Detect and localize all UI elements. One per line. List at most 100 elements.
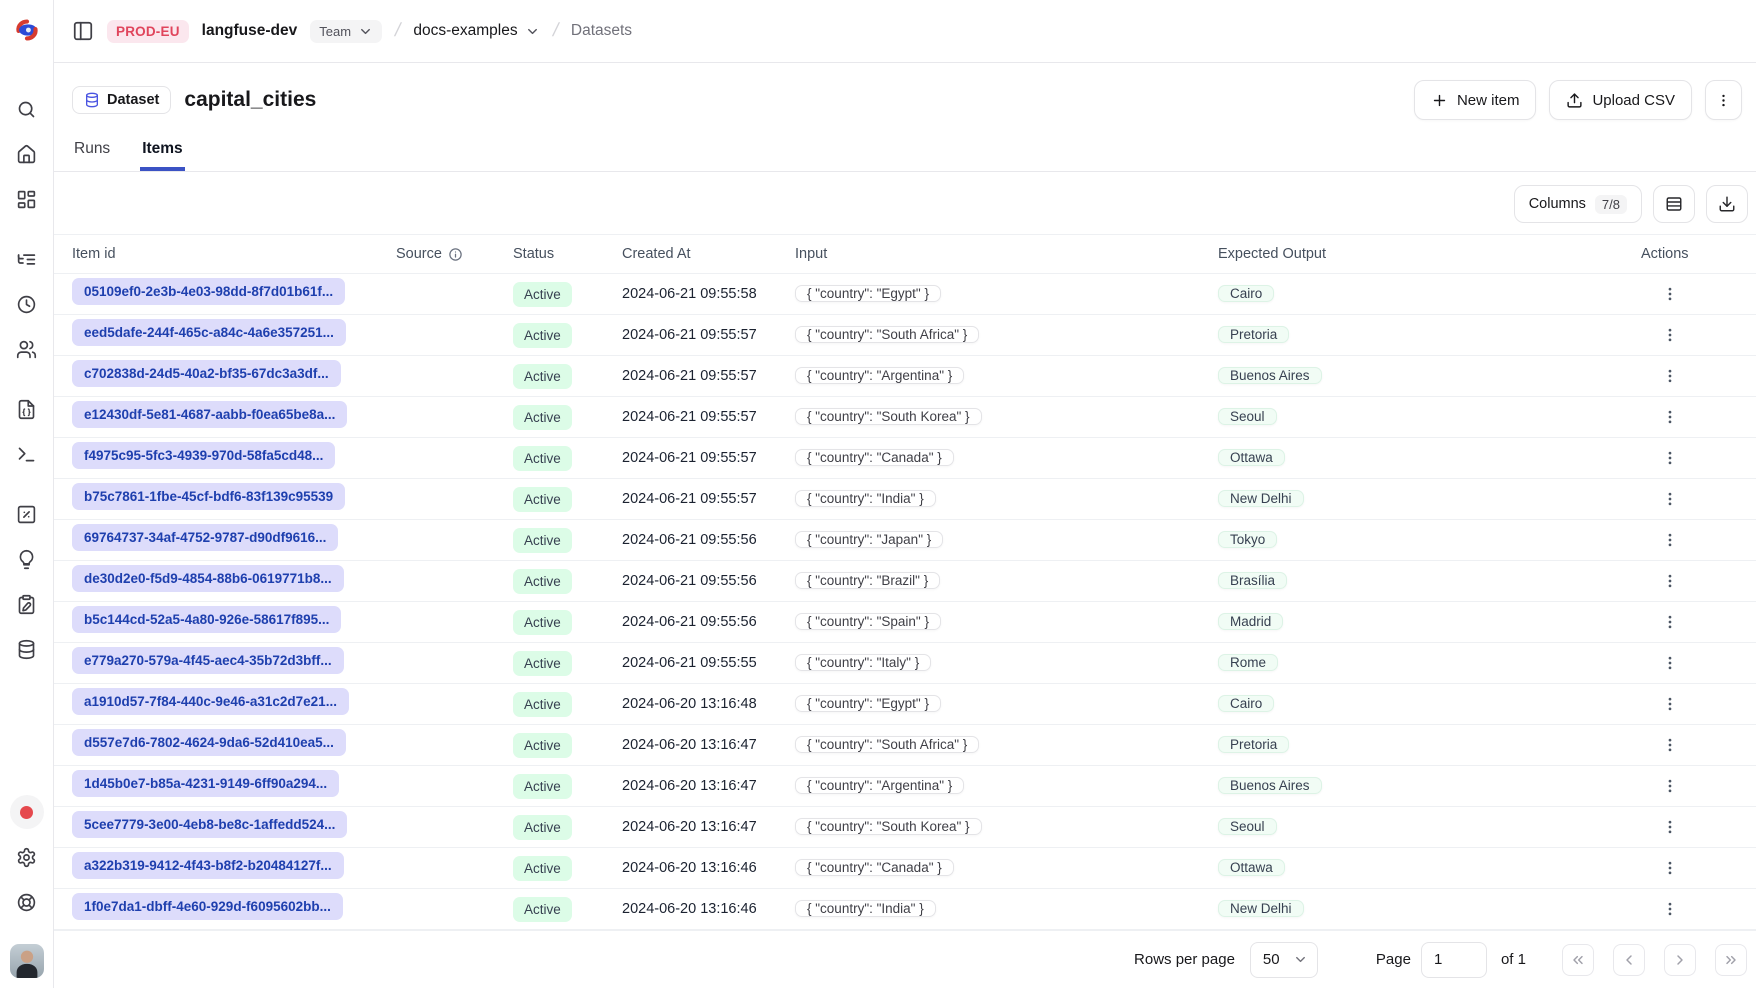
expected-output-cell[interactable]: New Delhi — [1218, 490, 1304, 507]
item-id-badge[interactable]: 69764737-34af-4752-9787-d90df9616... — [72, 524, 338, 551]
new-item-button[interactable]: New item — [1414, 80, 1537, 120]
info-icon[interactable] — [448, 247, 463, 262]
export-download-button[interactable] — [1706, 185, 1748, 223]
user-avatar[interactable] — [10, 944, 44, 978]
input-cell[interactable]: { "country": "Argentina" } — [795, 367, 964, 384]
project-dropdown[interactable]: docs-examples — [413, 22, 539, 40]
table-row[interactable]: b75c7861-1fbe-45cf-bdf6-83f139c95539 Act… — [54, 479, 1756, 520]
prompts-file-icon[interactable] — [10, 392, 44, 426]
org-logo[interactable] — [11, 14, 43, 46]
row-kebab-menu-icon[interactable] — [1655, 361, 1685, 391]
input-cell[interactable]: { "country": "Egypt" } — [795, 695, 941, 712]
row-kebab-menu-icon[interactable] — [1655, 320, 1685, 350]
tracing-icon[interactable] — [10, 242, 44, 276]
table-row[interactable]: e779a270-579a-4f45-aec4-35b72d3bff... Ac… — [54, 643, 1756, 684]
row-kebab-menu-icon[interactable] — [1655, 279, 1685, 309]
row-kebab-menu-icon[interactable] — [1655, 607, 1685, 637]
expected-output-cell[interactable]: Rome — [1218, 654, 1278, 671]
tab-items[interactable]: Items — [140, 136, 185, 171]
item-id-badge[interactable]: eed5dafe-244f-465c-a84c-4a6e357251... — [72, 319, 346, 346]
item-id-badge[interactable]: b5c144cd-52a5-4a80-926e-58617f895... — [72, 606, 341, 633]
settings-gear-icon[interactable] — [10, 840, 44, 874]
item-id-badge[interactable]: d557e7d6-7802-4624-9da6-52d410ea5... — [72, 729, 346, 756]
input-cell[interactable]: { "country": "South Africa" } — [795, 326, 979, 343]
row-kebab-menu-icon[interactable] — [1655, 894, 1685, 924]
expected-output-cell[interactable]: Ottawa — [1218, 859, 1285, 876]
expected-output-cell[interactable]: Ottawa — [1218, 449, 1285, 466]
sidebar-toggle-icon[interactable] — [72, 20, 94, 42]
item-id-badge[interactable]: e12430df-5e81-4687-aabb-f0ea65be8a... — [72, 401, 347, 428]
table-row[interactable]: 69764737-34af-4752-9787-d90df9616... Act… — [54, 520, 1756, 561]
table-row[interactable]: f4975c95-5fc3-4939-970d-58fa5cd48... Act… — [54, 438, 1756, 479]
input-cell[interactable]: { "country": "Egypt" } — [795, 285, 941, 302]
search-icon[interactable] — [10, 92, 44, 126]
row-kebab-menu-icon[interactable] — [1655, 402, 1685, 432]
row-kebab-menu-icon[interactable] — [1655, 730, 1685, 760]
page-kebab-menu-button[interactable] — [1705, 80, 1742, 120]
expected-output-cell[interactable]: Buenos Aires — [1218, 367, 1322, 384]
first-page-button[interactable] — [1562, 944, 1594, 976]
lightbulb-icon[interactable] — [10, 542, 44, 576]
tab-runs[interactable]: Runs — [72, 136, 112, 171]
input-cell[interactable]: { "country": "Brazil" } — [795, 572, 940, 589]
support-lifebuoy-icon[interactable] — [10, 885, 44, 919]
upload-csv-button[interactable]: Upload CSV — [1549, 80, 1692, 120]
item-id-badge[interactable]: 05109ef0-2e3b-4e03-98dd-8f7d01b61f... — [72, 278, 345, 305]
expected-output-cell[interactable]: Cairo — [1218, 285, 1274, 302]
table-row[interactable]: c702838d-24d5-40a2-bf35-67dc3a3df... Act… — [54, 356, 1756, 397]
next-page-button[interactable] — [1664, 944, 1696, 976]
input-cell[interactable]: { "country": "South Africa" } — [795, 736, 979, 753]
expected-output-cell[interactable]: Pretoria — [1218, 736, 1289, 753]
input-cell[interactable]: { "country": "Spain" } — [795, 613, 941, 630]
rows-per-page-select[interactable]: 50 — [1250, 942, 1318, 978]
annotation-clipboard-icon[interactable] — [10, 587, 44, 621]
users-icon[interactable] — [10, 332, 44, 366]
last-page-button[interactable] — [1715, 944, 1747, 976]
item-id-badge[interactable]: a1910d57-7f84-440c-9e46-a31c2d7e21... — [72, 688, 349, 715]
table-row[interactable]: eed5dafe-244f-465c-a84c-4a6e357251... Ac… — [54, 315, 1756, 356]
org-type-dropdown[interactable]: Team — [310, 20, 382, 43]
input-cell[interactable]: { "country": "India" } — [795, 900, 936, 917]
table-row[interactable]: 1d45b0e7-b85a-4231-9149-6ff90a294... Act… — [54, 766, 1756, 807]
row-kebab-menu-icon[interactable] — [1655, 689, 1685, 719]
item-id-badge[interactable]: b75c7861-1fbe-45cf-bdf6-83f139c95539 — [72, 483, 345, 510]
item-id-badge[interactable]: e779a270-579a-4f45-aec4-35b72d3bff... — [72, 647, 344, 674]
playground-terminal-icon[interactable] — [10, 437, 44, 471]
evaluation-percent-icon[interactable] — [10, 497, 44, 531]
table-row[interactable]: 05109ef0-2e3b-4e03-98dd-8f7d01b61f... Ac… — [54, 274, 1756, 315]
input-cell[interactable]: { "country": "Japan" } — [795, 531, 943, 548]
expected-output-cell[interactable]: Tokyo — [1218, 531, 1277, 548]
item-id-badge[interactable]: de30d2e0-f5d9-4854-88b6-0619771b8... — [72, 565, 344, 592]
table-row[interactable]: d557e7d6-7802-4624-9da6-52d410ea5... Act… — [54, 725, 1756, 766]
row-kebab-menu-icon[interactable] — [1655, 812, 1685, 842]
table-row[interactable]: 1f0e7da1-dbff-4e60-929d-f6095602bb... Ac… — [54, 889, 1756, 930]
row-kebab-menu-icon[interactable] — [1655, 648, 1685, 678]
input-cell[interactable]: { "country": "India" } — [795, 490, 936, 507]
table-row[interactable]: de30d2e0-f5d9-4854-88b6-0619771b8... Act… — [54, 561, 1756, 602]
home-icon[interactable] — [10, 137, 44, 171]
table-row[interactable]: b5c144cd-52a5-4a80-926e-58617f895... Act… — [54, 602, 1756, 643]
page-number-input[interactable] — [1421, 942, 1487, 978]
item-id-badge[interactable]: 1d45b0e7-b85a-4231-9149-6ff90a294... — [72, 770, 339, 797]
input-cell[interactable]: { "country": "Argentina" } — [795, 777, 964, 794]
table-row[interactable]: e12430df-5e81-4687-aabb-f0ea65be8a... Ac… — [54, 397, 1756, 438]
row-kebab-menu-icon[interactable] — [1655, 525, 1685, 555]
expected-output-cell[interactable]: Pretoria — [1218, 326, 1289, 343]
columns-button[interactable]: Columns 7/8 — [1514, 185, 1642, 223]
datasets-database-icon[interactable] — [10, 632, 44, 666]
row-kebab-menu-icon[interactable] — [1655, 443, 1685, 473]
expected-output-cell[interactable]: New Delhi — [1218, 900, 1304, 917]
table-row[interactable]: a1910d57-7f84-440c-9e46-a31c2d7e21... Ac… — [54, 684, 1756, 725]
expected-output-cell[interactable]: Buenos Aires — [1218, 777, 1322, 794]
input-cell[interactable]: { "country": "Canada" } — [795, 859, 954, 876]
table-row[interactable]: 5cee7779-3e00-4eb8-be8c-1affedd524... Ac… — [54, 807, 1756, 848]
item-id-badge[interactable]: c702838d-24d5-40a2-bf35-67dc3a3df... — [72, 360, 341, 387]
row-kebab-menu-icon[interactable] — [1655, 771, 1685, 801]
row-height-button[interactable] — [1653, 185, 1695, 223]
record-dot-icon[interactable] — [10, 795, 44, 829]
row-kebab-menu-icon[interactable] — [1655, 566, 1685, 596]
item-id-badge[interactable]: 1f0e7da1-dbff-4e60-929d-f6095602bb... — [72, 893, 343, 920]
input-cell[interactable]: { "country": "South Korea" } — [795, 818, 982, 835]
input-cell[interactable]: { "country": "Italy" } — [795, 654, 931, 671]
previous-page-button[interactable] — [1613, 944, 1645, 976]
